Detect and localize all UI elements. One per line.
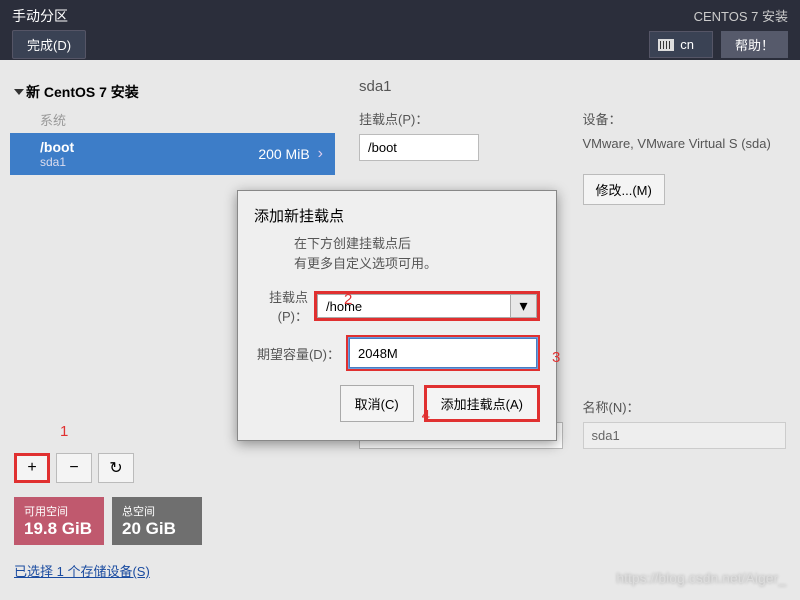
done-button[interactable]: 完成(D) xyxy=(12,30,86,59)
language-code: cn xyxy=(680,37,694,52)
available-space-value: 19.8 GiB xyxy=(24,519,94,539)
dropdown-icon[interactable]: ▾ xyxy=(511,294,537,318)
keyboard-icon xyxy=(658,39,674,51)
watermark: https://blog.csdn.net/Aiger_ xyxy=(616,570,786,586)
dialog-mount-label: 挂载点(P)： xyxy=(254,287,308,325)
section-label-system: 系统 xyxy=(10,106,335,133)
total-space-box: 总空间 20 GiB xyxy=(112,497,202,545)
dialog-title: 添加新挂载点 xyxy=(254,205,540,226)
partition-mount: /boot xyxy=(40,139,74,155)
keyboard-layout-selector[interactable]: cn xyxy=(649,31,713,58)
partition-size: 200 MiB xyxy=(258,146,309,162)
add-mount-point-dialog: 添加新挂载点 在下方创建挂载点后有更多自定义选项可用。 挂载点(P)： 2 ▾ … xyxy=(237,190,557,441)
modify-device-button[interactable]: 修改...(M) xyxy=(583,174,665,205)
expand-icon xyxy=(14,89,24,95)
chevron-right-icon: › xyxy=(318,145,323,163)
help-button[interactable]: 帮助！ xyxy=(721,31,788,58)
total-space-label: 总空间 xyxy=(122,503,192,519)
dialog-description: 在下方创建挂载点后有更多自定义选项可用。 xyxy=(294,234,540,273)
annotation-4: 4 xyxy=(422,407,430,424)
available-space-label: 可用空间 xyxy=(24,503,94,519)
name-label: 名称(N)： xyxy=(583,397,787,416)
install-group-header[interactable]: 新 CentOS 7 安装 xyxy=(10,78,335,106)
available-space-box: 可用空间 19.8 GiB xyxy=(14,497,104,545)
add-partition-button[interactable]: + xyxy=(14,453,50,483)
total-space-value: 20 GiB xyxy=(122,519,192,539)
device-label: 设备： xyxy=(583,109,787,128)
partition-item-boot[interactable]: /boot sda1 200 MiB › xyxy=(10,133,335,175)
partition-disk: sda1 xyxy=(40,155,74,169)
cancel-button[interactable]: 取消(C) xyxy=(340,385,414,422)
dialog-capacity-input[interactable] xyxy=(349,338,537,368)
add-mount-point-button[interactable]: 添加挂载点(A) xyxy=(424,385,540,422)
install-group-label: 新 CentOS 7 安装 xyxy=(26,82,139,102)
page-title: 手动分区 xyxy=(12,6,86,26)
dialog-capacity-label: 期望容量(D)： xyxy=(254,344,340,363)
name-input xyxy=(583,422,787,449)
annotation-3: 3 xyxy=(552,349,560,366)
detail-title: sda1 xyxy=(359,78,786,95)
app-title: CENTOS 7 安装 xyxy=(694,6,788,25)
device-value: VMware, VMware Virtual S (sda) xyxy=(583,134,787,154)
annotation-2: 2 xyxy=(344,291,352,308)
annotation-1: 1 xyxy=(60,423,68,440)
mount-point-label: 挂载点(P)： xyxy=(359,109,563,128)
remove-partition-button[interactable]: − xyxy=(56,453,92,483)
header-bar: 手动分区 完成(D) CENTOS 7 安装 cn 帮助！ xyxy=(0,0,800,60)
storage-devices-link[interactable]: 已选择 1 个存储设备(S) xyxy=(10,551,335,590)
reload-button[interactable]: ↻ xyxy=(98,453,134,483)
mount-point-input[interactable] xyxy=(359,134,479,161)
